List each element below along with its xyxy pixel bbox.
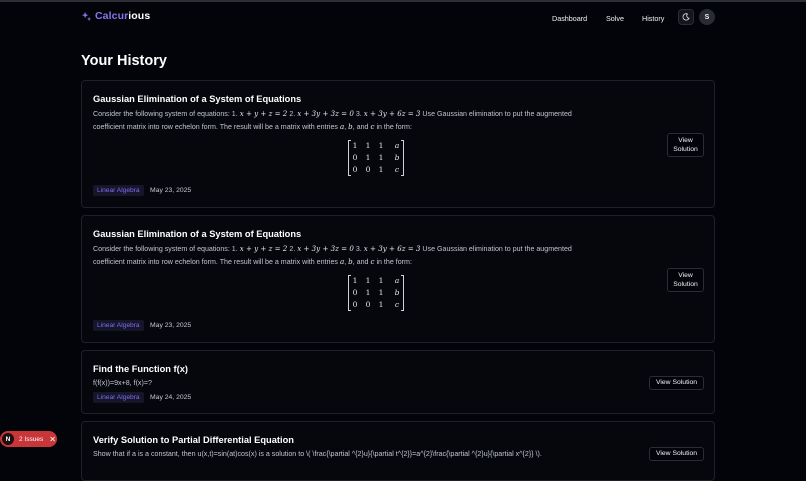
nav-solve[interactable]: Solve (606, 14, 624, 23)
user-avatar[interactable]: S (699, 9, 715, 25)
matrix-row: 0 0 1 c (349, 299, 405, 311)
matrix-cell: b (394, 153, 400, 162)
issues-badge-initial: N (2, 433, 14, 445)
matrix-cell: 1 (378, 288, 384, 297)
nav-dashboard[interactable]: Dashboard (552, 14, 587, 23)
matrix-cell: 1 (365, 288, 371, 297)
card-title: Gaussian Elimination of a System of Equa… (93, 229, 302, 239)
card-description: Show that if a is a constant, then u(x,t… (93, 450, 542, 458)
card-description: f(f(x))=9x+8, f(x)=? (93, 379, 152, 387)
nav-history[interactable]: History (642, 14, 664, 23)
matrix-cell: 1 (378, 153, 384, 162)
history-card: Gaussian Elimination of a System of Equa… (81, 80, 715, 208)
matrix-row: 1 1 1 a (349, 140, 405, 152)
history-card: Verify Solution to Partial Differential … (81, 421, 715, 481)
matrix-cell: b (394, 288, 400, 297)
matrix-cell: a (394, 141, 400, 150)
topic-tag: Linear Algebra (93, 392, 144, 403)
matrix-cell: 1 (365, 153, 371, 162)
issues-badge[interactable]: N 2 Issues ✕ (0, 431, 57, 447)
history-card: Find the Function f(x) f(f(x))=9x+8, f(x… (81, 350, 715, 414)
card-title: Verify Solution to Partial Differential … (93, 435, 294, 445)
matrix-cell: 1 (352, 141, 358, 150)
view-solution-button[interactable]: View Solution (649, 376, 704, 390)
card-description: Consider the following system of equatio… (93, 109, 572, 131)
card-description: Consider the following system of equatio… (93, 244, 572, 266)
matrix-cell: 1 (378, 141, 384, 150)
matrix-cell: 1 (365, 276, 371, 285)
matrix-cell: 0 (352, 165, 358, 174)
matrix-cell: 1 (365, 141, 371, 150)
moon-icon (682, 13, 690, 21)
matrix-row: 0 0 1 c (349, 164, 405, 176)
matrix-cell: 1 (378, 300, 384, 309)
augmented-matrix: 1 1 1 a 0 1 1 b 0 0 1 c (348, 140, 404, 176)
topic-tag: Linear Algebra (93, 185, 144, 196)
augmented-matrix: 1 1 1 a 0 1 1 b 0 0 1 c (348, 275, 404, 311)
card-title: Gaussian Elimination of a System of Equa… (93, 94, 302, 104)
brand-name: Calcurious (95, 10, 151, 22)
matrix-cell: 0 (365, 300, 371, 309)
brand-logo[interactable]: Calcurious (81, 10, 150, 22)
sparkle-icon (81, 11, 92, 21)
card-date: May 23, 2025 (150, 187, 192, 194)
matrix-row: 0 1 1 b (349, 152, 405, 164)
matrix-row: 0 1 1 b (349, 287, 405, 299)
matrix-cell: 0 (352, 300, 358, 309)
page-title: Your History (81, 53, 167, 69)
matrix-cell: 1 (378, 165, 384, 174)
matrix-row: 1 1 1 a (349, 275, 405, 287)
matrix-cell: c (394, 165, 400, 174)
topic-tag: Linear Algebra (93, 320, 144, 331)
card-date: May 23, 2025 (150, 322, 192, 329)
card-title: Find the Function f(x) (93, 364, 189, 374)
view-solution-button[interactable]: View Solution (667, 133, 704, 157)
theme-toggle-button[interactable] (678, 9, 694, 25)
matrix-cell: 1 (378, 276, 384, 285)
issues-count-label: 2 Issues (19, 435, 44, 443)
view-solution-button[interactable]: View Solution (649, 447, 704, 461)
matrix-cell: 1 (352, 276, 358, 285)
navbar: Calcurious Dashboard Solve History S (0, 2, 806, 33)
matrix-cell: a (394, 276, 400, 285)
matrix-cell: 0 (365, 165, 371, 174)
close-icon[interactable]: ✕ (49, 435, 56, 444)
matrix-cell: 0 (352, 153, 358, 162)
history-card: Gaussian Elimination of a System of Equa… (81, 215, 715, 343)
card-date: May 24, 2025 (150, 394, 192, 401)
view-solution-button[interactable]: View Solution (667, 268, 704, 292)
matrix-cell: 0 (352, 288, 358, 297)
matrix-cell: c (394, 300, 400, 309)
